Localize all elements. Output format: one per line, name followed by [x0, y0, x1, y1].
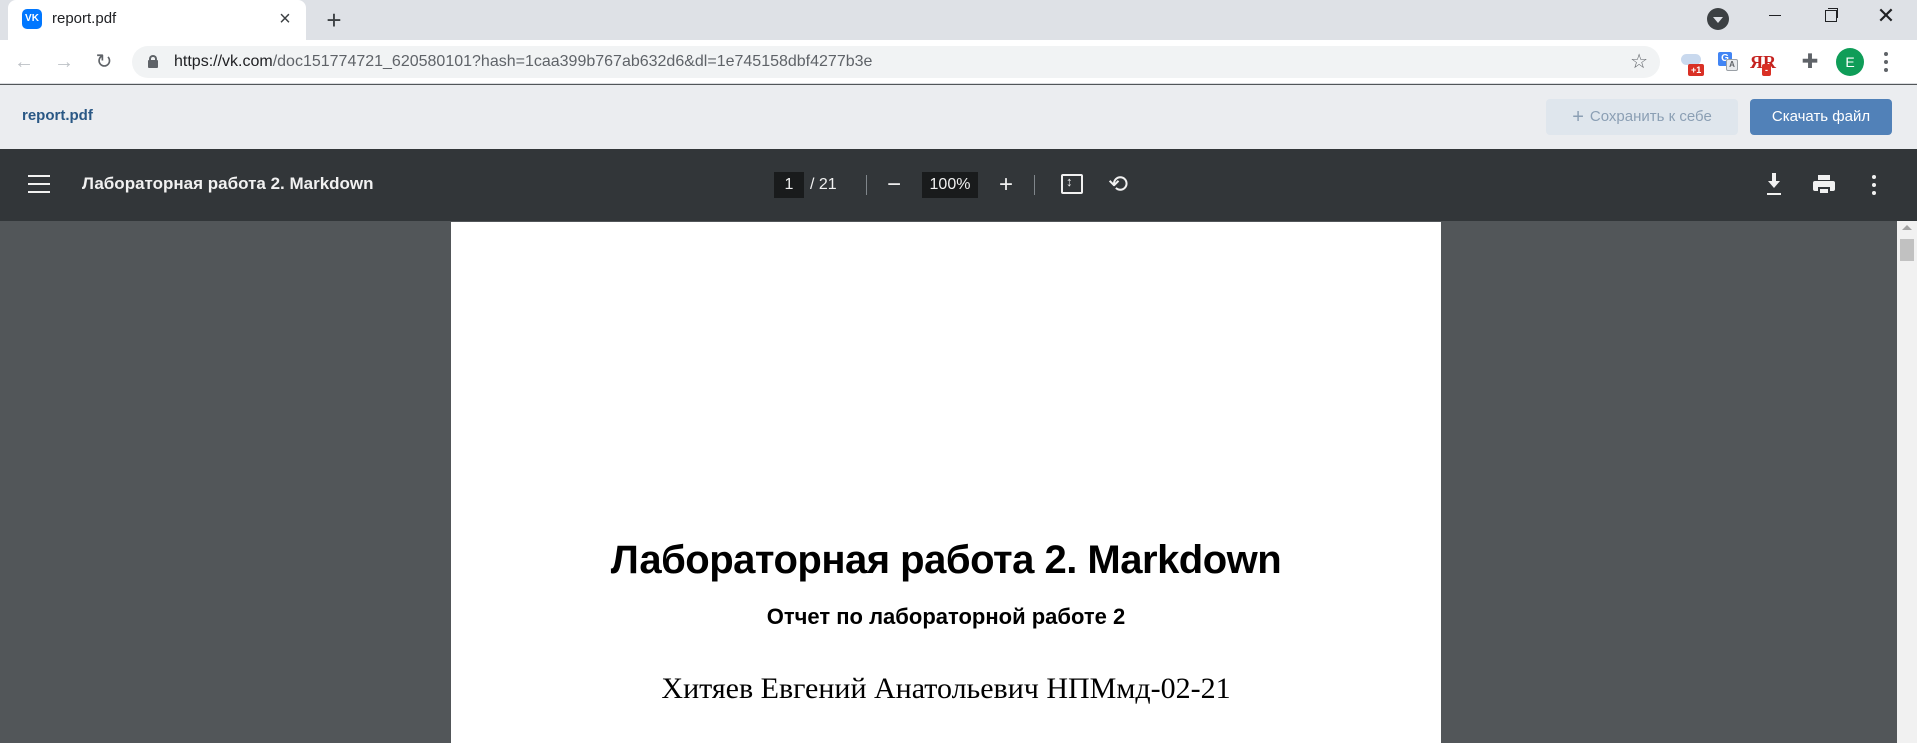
tab-search-icon[interactable] [1707, 8, 1729, 30]
extensions-puzzle-icon[interactable]: ✚ [1798, 50, 1822, 74]
back-button[interactable]: ← [10, 48, 38, 76]
zoom-level-input[interactable]: 100% [922, 172, 978, 198]
profile-avatar[interactable]: E [1836, 48, 1864, 76]
scrollbar[interactable] [1897, 221, 1917, 743]
translate-extension-icon[interactable]: G A [1716, 50, 1740, 74]
fit-to-page-icon[interactable] [1061, 174, 1083, 194]
vk-icon: VK [22, 9, 42, 29]
reload-button[interactable]: ↻ [90, 48, 118, 76]
document-author: Хитяев Евгений Анатольевич НПМмд-02-21 [661, 672, 1231, 705]
doc-filename: report.pdf [22, 107, 93, 124]
zoom-out-button[interactable]: − [880, 171, 908, 199]
scroll-up-arrow-icon[interactable] [1902, 225, 1912, 230]
download-file-button[interactable]: Скачать файл [1750, 99, 1892, 135]
print-icon[interactable] [1810, 171, 1838, 199]
close-window-button[interactable]: ✕ [1858, 0, 1914, 32]
tab-strip: VK report.pdf × + ✕ [0, 0, 1917, 40]
language-extension-icon[interactable]: ЯR - [1750, 50, 1776, 76]
restore-button[interactable] [1802, 0, 1858, 32]
download-icon[interactable] [1760, 171, 1788, 199]
tab-title: report.pdf [52, 10, 117, 27]
save-to-my-docs-button[interactable]: + Сохранить к себе [1546, 99, 1738, 135]
pdf-viewer-area[interactable]: Лабораторная работа 2. Markdown Отчет по… [0, 221, 1917, 743]
minimize-button[interactable] [1746, 0, 1802, 32]
extension-badge: +1 [1688, 64, 1705, 76]
menu-icon[interactable] [28, 175, 50, 193]
close-tab-icon[interactable]: × [274, 8, 296, 30]
bookmark-star-icon[interactable]: ☆ [1630, 50, 1648, 74]
url-text[interactable]: https://vk.com/doc151774721_620580101?ha… [174, 53, 872, 71]
address-bar[interactable]: https://vk.com/doc151774721_620580101?ha… [132, 46, 1660, 78]
toolbar-divider [1034, 175, 1035, 195]
toolbar-divider [866, 175, 867, 195]
document-title: Лабораторная работа 2. Markdown [610, 538, 1282, 582]
browser-tab[interactable]: VK report.pdf × [8, 0, 306, 40]
pdf-title: Лабораторная работа 2. Markdown [82, 174, 374, 193]
page-total: / 21 [810, 176, 837, 193]
scrollbar-thumb[interactable] [1900, 239, 1914, 261]
more-actions-icon[interactable] [1860, 171, 1888, 199]
vk-doc-header: report.pdf + Сохранить к себе Скачать фай… [0, 85, 1917, 149]
forward-button[interactable]: → [50, 48, 78, 76]
plus-icon: + [1572, 106, 1584, 128]
lock-icon[interactable] [148, 55, 158, 68]
rotate-icon[interactable]: ⟲ [1104, 171, 1132, 199]
pdf-viewer-toolbar: Лабораторная работа 2. Markdown 1 / 21 −… [0, 149, 1917, 221]
cloud-extension-icon[interactable]: +1 [1680, 50, 1705, 76]
document-subtitle: Отчет по лабораторной работе 2 [766, 604, 1126, 629]
browser-menu-icon[interactable] [1874, 48, 1898, 76]
zoom-in-button[interactable]: + [992, 171, 1020, 199]
new-tab-button[interactable]: + [320, 6, 348, 34]
pdf-page: Лабораторная работа 2. Markdown Отчет по… [451, 222, 1441, 743]
page-number-input[interactable]: 1 [774, 172, 804, 198]
extension-badge: - [1762, 64, 1771, 76]
browser-toolbar: ← → ↻ https://vk.com/doc151774721_620580… [0, 40, 1917, 84]
